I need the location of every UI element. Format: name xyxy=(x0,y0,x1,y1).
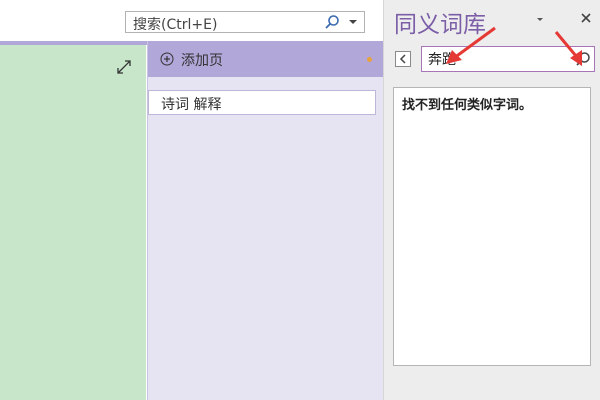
close-icon[interactable] xyxy=(580,12,592,24)
dropdown-caret-icon[interactable] xyxy=(346,12,360,32)
search-box[interactable]: 搜索(Ctrl+E) xyxy=(125,11,365,33)
expand-icon[interactable] xyxy=(116,59,132,75)
add-page-button[interactable]: 添加页 xyxy=(148,41,384,77)
back-button[interactable] xyxy=(395,51,411,67)
unread-dot xyxy=(367,57,372,62)
add-page-icon xyxy=(160,52,174,66)
search-placeholder: 搜索(Ctrl+E) xyxy=(133,17,218,33)
page-list: 添加页 诗词 解释 xyxy=(147,41,384,400)
red-arrow-annotation xyxy=(446,26,496,64)
red-arrow-annotation xyxy=(554,31,582,66)
back-icon xyxy=(399,54,406,64)
results-list[interactable]: 找不到任何类似字词。 xyxy=(393,87,591,366)
pane-menu-icon[interactable] xyxy=(535,15,545,23)
search-icon[interactable] xyxy=(324,14,340,30)
note-canvas[interactable] xyxy=(0,45,146,400)
top-search-bar: 搜索(Ctrl+E) xyxy=(0,0,383,41)
page-item-label: 诗词 解释 xyxy=(161,97,222,113)
empty-results-message: 找不到任何类似字词。 xyxy=(402,98,533,113)
add-page-label: 添加页 xyxy=(181,53,223,69)
page-item[interactable]: 诗词 解释 xyxy=(148,90,376,115)
